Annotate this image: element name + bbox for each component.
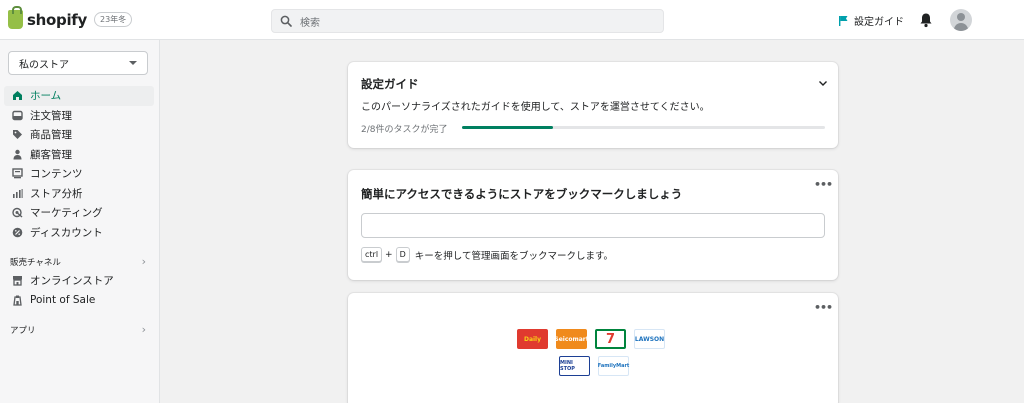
image-icon <box>12 168 23 179</box>
plan-badge: 23年冬 <box>94 12 133 27</box>
sidebar-item-analytics[interactable]: ストア分析 <box>4 184 154 204</box>
sales-channels-header[interactable]: 販売チャネル › <box>10 255 146 268</box>
store-icon <box>12 275 23 286</box>
sidebar-item-label: ディスカウント <box>30 226 103 239</box>
top-bar: shopify 23年冬 検索 設定ガイド <box>0 0 1024 40</box>
progress-label: 2/8件のタスクが完了 <box>361 125 448 135</box>
more-options-icon[interactable]: ••• <box>814 301 833 314</box>
sidebar-item-customers[interactable]: 顧客管理 <box>4 145 154 165</box>
search-icon <box>280 15 292 27</box>
sidebar: 私のストア ホーム 注文管理 商品管理 顧客管理 コンテンツ ストア分析 マーケ… <box>0 40 160 403</box>
lawson-logo: LAWSON <box>634 329 665 349</box>
apps-header[interactable]: アプリ › <box>10 323 146 336</box>
sidebar-item-label: Point of Sale <box>30 294 96 307</box>
discount-icon <box>12 227 23 238</box>
sidebar-item-label: ストア分析 <box>30 187 83 200</box>
tag-icon <box>12 129 23 140</box>
search-placeholder: 検索 <box>300 17 320 29</box>
sidebar-item-label: オンラインストア <box>30 275 114 288</box>
avatar-body <box>954 23 968 31</box>
plus-sign: + <box>385 249 393 260</box>
brand-name: shopify <box>27 10 87 29</box>
shopify-bag-icon <box>8 6 23 29</box>
convenience-stores-card: ••• Daily Seicomart 7 LAWSON MINI STOP F… <box>348 293 838 403</box>
chevron-right-icon: › <box>141 323 146 336</box>
sidebar-item-online-store[interactable]: オンラインストア <box>4 271 154 291</box>
sidebar-item-orders[interactable]: 注文管理 <box>4 106 154 126</box>
sales-channels-label: 販売チャネル <box>10 257 61 268</box>
sidebar-item-home[interactable]: ホーム <box>4 86 154 106</box>
target-icon <box>12 207 23 218</box>
sidebar-item-content[interactable]: コンテンツ <box>4 164 154 184</box>
channels-nav: オンラインストア Point of Sale <box>4 271 154 310</box>
avatar-head <box>957 13 965 21</box>
inbox-icon <box>12 110 23 121</box>
user-avatar[interactable] <box>950 9 972 31</box>
daily-logo: Daily <box>517 329 548 349</box>
sidebar-item-label: 商品管理 <box>30 129 72 142</box>
caret-down-icon <box>129 61 137 65</box>
apps-label: アプリ <box>10 325 36 336</box>
setup-guide-title: 設定ガイド <box>361 77 419 91</box>
bookmark-hint-text: キーを押して管理画面をブックマークします。 <box>414 250 614 262</box>
sidebar-item-point-of-sale[interactable]: Point of Sale <box>4 291 154 311</box>
sidebar-item-label: コンテンツ <box>30 168 83 181</box>
sidebar-item-label: 顧客管理 <box>30 148 72 161</box>
sidebar-item-label: マーケティング <box>30 207 103 220</box>
bookmark-card: 簡単にアクセスできるようにストアをブックマークしましょう ••• ctrl + … <box>348 170 838 280</box>
store-logos-row-2: MINI STOP FamilyMart <box>559 356 637 376</box>
progress-fill <box>462 126 553 129</box>
notification-bell-icon[interactable] <box>919 12 933 28</box>
seicomart-logo: Seicomart <box>554 329 589 349</box>
bar-chart-icon <box>12 188 23 199</box>
store-logos-row-1: Daily Seicomart 7 LAWSON <box>517 329 673 349</box>
bookmark-hint: ctrl + D キーを押して管理画面をブックマークします。 <box>361 247 613 262</box>
store-name: 私のストア <box>19 59 69 71</box>
search-input[interactable]: 検索 <box>271 9 664 33</box>
seven-eleven-logo: 7 <box>595 329 626 349</box>
chevron-down-icon[interactable] <box>818 78 828 88</box>
more-options-icon[interactable]: ••• <box>814 178 833 191</box>
bookmark-title: 簡単にアクセスできるようにストアをブックマークしましょう <box>361 187 683 201</box>
progress-bar <box>462 126 825 129</box>
sidebar-item-label: 注文管理 <box>30 109 72 122</box>
sidebar-item-discounts[interactable]: ディスカウント <box>4 223 154 243</box>
familymart-logo: FamilyMart <box>598 356 629 376</box>
d-key: D <box>395 247 410 262</box>
chevron-right-icon: › <box>141 255 146 268</box>
setup-guide-card: 設定ガイド このパーソナライズされたガイドを使用して、ストアを運営させてください… <box>348 62 838 148</box>
shopify-logo[interactable]: shopify 23年冬 <box>8 6 133 29</box>
main-nav: ホーム 注文管理 商品管理 顧客管理 コンテンツ ストア分析 マーケティング デ… <box>4 86 154 242</box>
bookmark-input[interactable] <box>361 213 825 238</box>
home-icon <box>12 90 23 101</box>
sidebar-item-marketing[interactable]: マーケティング <box>4 203 154 223</box>
pos-icon <box>12 295 23 306</box>
ministop-logo: MINI STOP <box>559 356 590 376</box>
person-icon <box>12 149 23 160</box>
setup-guide-description: このパーソナライズされたガイドを使用して、ストアを運営させてください。 <box>361 102 710 113</box>
setup-guide-button[interactable]: 設定ガイド <box>838 13 904 28</box>
flag-icon <box>839 16 848 26</box>
store-selector[interactable]: 私のストア <box>8 51 148 75</box>
sidebar-item-label: ホーム <box>30 90 62 103</box>
setup-guide-label: 設定ガイド <box>854 17 904 28</box>
ctrl-key: ctrl <box>361 247 383 262</box>
sidebar-item-products[interactable]: 商品管理 <box>4 125 154 145</box>
